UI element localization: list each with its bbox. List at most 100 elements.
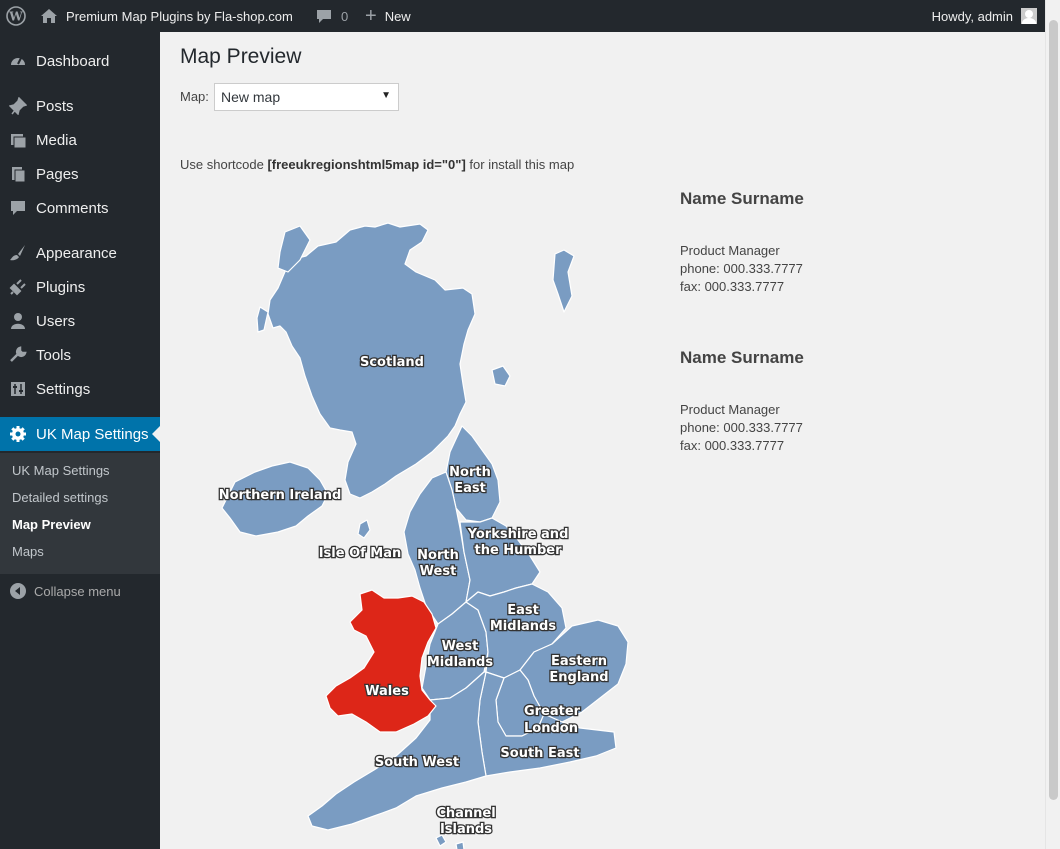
shortcode-value: [freeukregionshtml5map id="0"] [267,157,466,172]
menu-pages[interactable]: Pages [0,157,160,191]
uk-regions-map: Scotland Northern Ireland Isle Of Man No… [217,222,629,849]
new-content-button[interactable]: + New [365,0,411,32]
label-yorkshire: the Humber [474,543,562,558]
menu-label: Pages [36,165,79,183]
label-channel-islands: Islands [440,822,492,837]
comments-count: 0 [341,8,349,24]
menu-label: Media [36,131,77,149]
menu-tools[interactable]: Tools [0,338,160,372]
menu-appearance[interactable]: Appearance [0,236,160,270]
contact-card: Name Surname Product Manager phone: 000.… [680,190,804,296]
admin-bar: W Premium Map Plugins by Fla-shop.com 0 … [0,0,1045,32]
plus-icon: + [365,5,377,27]
comments-link[interactable]: 0 [316,0,348,32]
site-name: Premium Map Plugins by Fla-shop.com [66,8,293,24]
map-select[interactable]: New map ▼ [214,83,399,111]
page-scrollbar[interactable] [1045,0,1060,849]
menu-dashboard[interactable]: Dashboard [0,44,160,78]
plug-icon [0,278,36,296]
main-content: Map Preview Map: New map ▼ Use shortcode… [160,32,1045,849]
label-south-west: South West [375,755,459,770]
submenu-detailed-settings[interactable]: Detailed settings [12,490,108,505]
label-east-midlands: Midlands [490,619,556,634]
region-scotland-island[interactable] [552,249,575,313]
label-northern-ireland: Northern Ireland [219,488,342,503]
home-icon [40,8,58,24]
menu-posts[interactable]: Posts [0,89,160,123]
menu-label: Comments [36,199,109,217]
label-eastern-england: Eastern [551,654,607,669]
shortcode-instructions: Use shortcode [freeukregionshtml5map id=… [180,157,574,172]
wrench-icon [0,346,36,364]
label-greater-london: Greater [524,704,581,719]
menu-plugins[interactable]: Plugins [0,270,160,304]
contact-fax: fax: 000.333.7777 [680,438,785,453]
label-eastern-england: England [549,670,608,685]
site-name-link[interactable]: Premium Map Plugins by Fla-shop.com [40,0,293,32]
menu-label: Posts [36,97,74,115]
account-menu[interactable]: Howdy, admin [932,0,1037,32]
collapse-arrow-icon [10,583,26,599]
dropdown-arrow-icon: ▼ [381,90,391,101]
menu-label: UK Map Settings [36,425,149,443]
label-west-midlands: West [442,639,479,654]
contact-phone: phone: 000.333.7777 [680,261,803,276]
scrollbar-thumb[interactable] [1049,20,1058,800]
comment-icon [0,199,36,217]
contact-phone: phone: 000.333.7777 [680,420,803,435]
submenu: UK Map Settings Detailed settings Map Pr… [0,453,160,574]
contact-name: Name Surname [680,348,804,367]
pages-icon [0,165,36,183]
brush-icon [0,244,36,262]
media-icon [0,131,36,149]
map-select-label: Map: [180,89,209,104]
collapse-menu-button[interactable]: Collapse menu [10,583,121,599]
gear-icon [0,425,36,443]
menu-label: Plugins [36,278,86,296]
label-greater-london: London [524,721,578,736]
contact-card: Name Surname Product Manager phone: 000.… [680,349,804,455]
pin-icon [0,97,36,115]
contact-role: Product Manager [680,243,780,258]
page-title: Map Preview [180,45,302,68]
region-wales[interactable] [325,589,437,733]
region-scotland-island[interactable] [491,365,511,387]
settings-icon [0,380,36,398]
label-isle-of-man: Isle Of Man [319,546,402,561]
menu-label: Users [36,312,76,330]
avatar [1021,8,1037,24]
shortcode-prefix: Use shortcode [180,157,268,172]
label-south-east: South East [500,746,579,761]
comment-bubble-icon [316,9,332,24]
label-east-midlands: East [507,603,539,618]
menu-label: Dashboard [36,52,110,70]
menu-label: Tools [36,346,72,364]
submenu-maps[interactable]: Maps [12,544,44,559]
menu-label: Appearance [36,244,117,262]
admin-sidebar: Dashboard Posts Media Pages Comments App… [0,32,160,849]
label-north-west: North [417,548,459,563]
contact-fax: fax: 000.333.7777 [680,279,785,294]
wordpress-logo-icon[interactable]: W [6,0,30,32]
shortcode-suffix: for install this map [465,157,575,172]
submenu-map-preview[interactable]: Map Preview [12,517,91,532]
label-wales: Wales [365,684,409,699]
contact-name: Name Surname [680,189,804,208]
map-select-value: New map [221,89,281,105]
menu-comments[interactable]: Comments [0,191,160,225]
label-yorkshire: Yorkshire and [467,527,569,542]
submenu-uk-map-settings[interactable]: UK Map Settings [12,463,110,478]
label-north-east: East [454,481,486,496]
user-icon [0,312,36,330]
dashboard-icon [0,52,36,70]
contact-role: Product Manager [680,402,780,417]
menu-media[interactable]: Media [0,123,160,157]
menu-settings[interactable]: Settings [0,372,160,406]
menu-uk-map-settings[interactable]: UK Map Settings [0,417,160,451]
region-channel-islands[interactable] [455,841,465,849]
collapse-label: Collapse menu [34,583,121,599]
menu-users[interactable]: Users [0,304,160,338]
region-scotland-island[interactable] [256,306,269,333]
label-west-midlands: Midlands [427,655,493,670]
region-isle-of-man[interactable] [357,519,371,539]
